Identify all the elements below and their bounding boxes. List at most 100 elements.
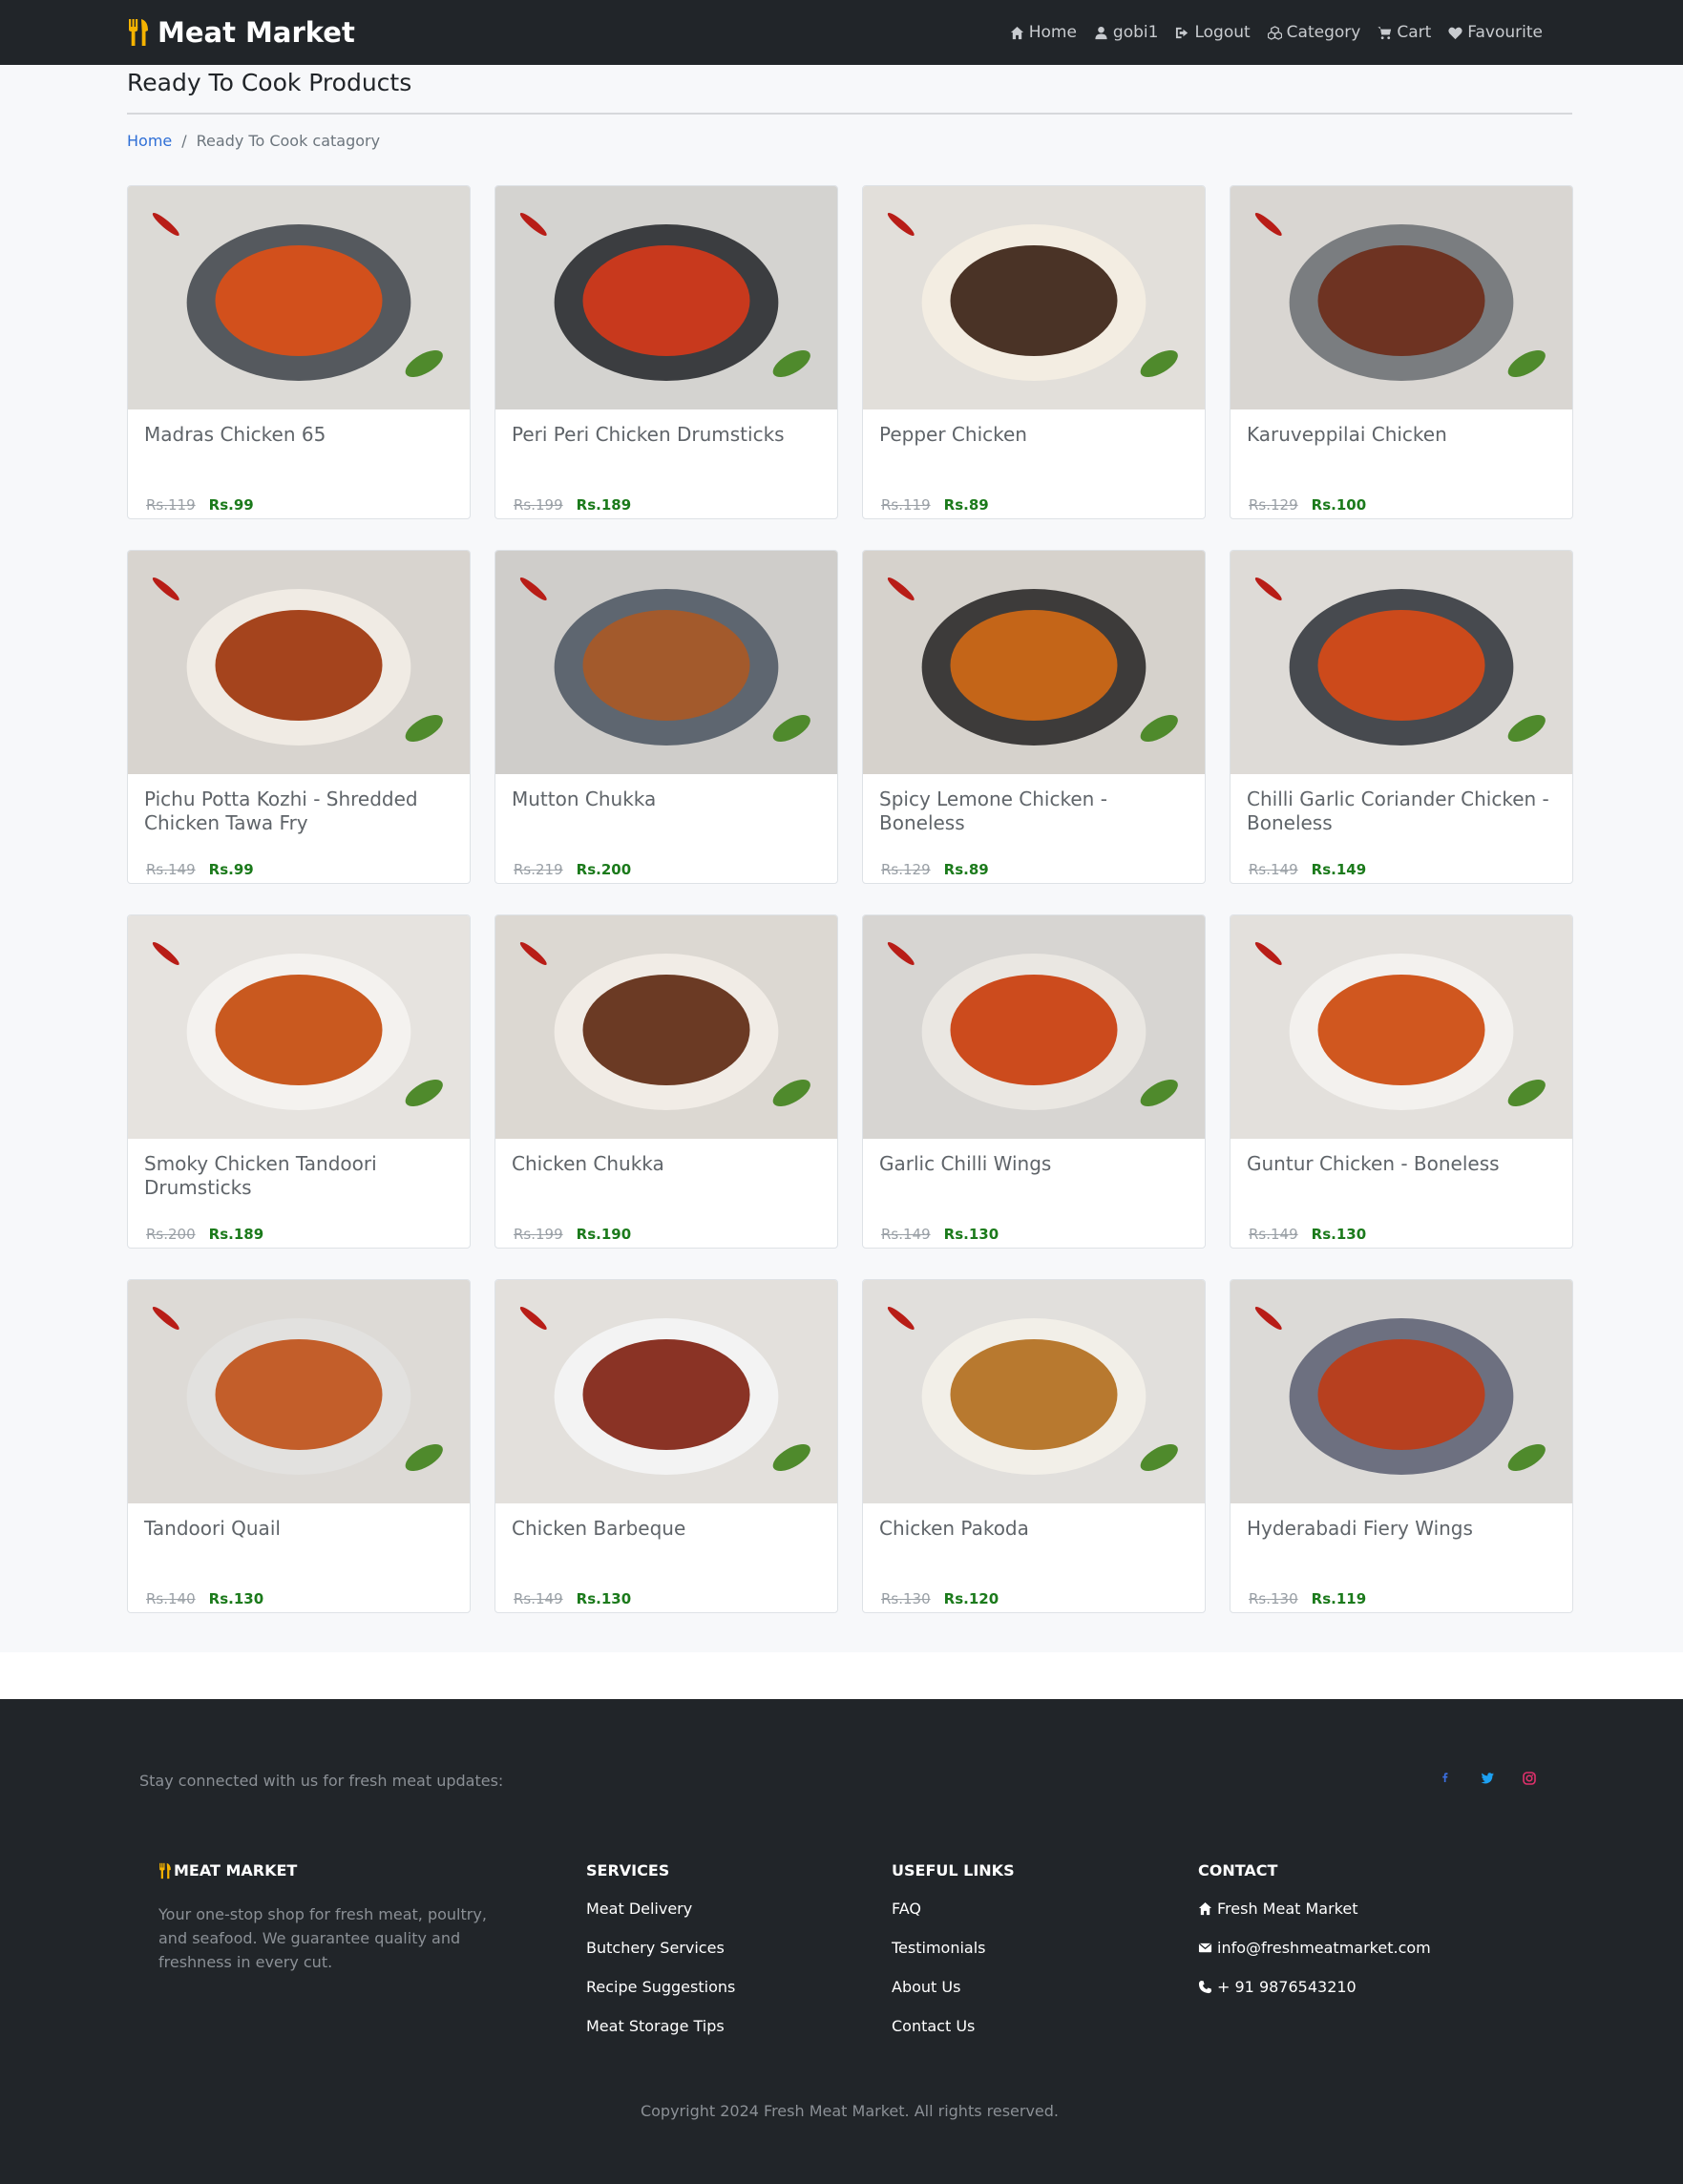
cubes-icon [1267,25,1282,40]
nav-user[interactable]: gobi1 [1094,23,1159,42]
product-image [495,915,837,1139]
contact-phone-text: + 91 9876543210 [1217,1978,1357,1996]
page-title: Ready To Cook Products [127,69,412,96]
product-card[interactable]: Peri Peri Chicken Drumsticks Rs.199 Rs.1… [494,185,838,519]
product-name: Chicken Barbeque [512,1517,686,1540]
product-card[interactable]: Chilli Garlic Coriander Chicken - Bonele… [1230,550,1573,884]
product-prices: Rs.149 Rs.130 [881,1226,999,1243]
product-card[interactable]: Garlic Chilli Wings Rs.149 Rs.130 [862,914,1206,1249]
product-old-price: Rs.149 [1249,861,1298,878]
product-image [1231,1280,1572,1503]
product-prices: Rs.149 Rs.99 [146,861,254,878]
product-prices: Rs.119 Rs.89 [881,496,989,514]
envelope-icon [1198,1942,1212,1953]
product-prices: Rs.200 Rs.189 [146,1226,263,1243]
product-card[interactable]: Guntur Chicken - Boneless Rs.149 Rs.130 [1230,914,1573,1249]
service-link-meat-delivery[interactable]: Meat Delivery [586,1900,735,1939]
product-card[interactable]: Pichu Potta Kozhi - Shredded Chicken Taw… [127,550,471,884]
service-link-recipes[interactable]: Recipe Suggestions [586,1978,735,2017]
product-prices: Rs.149 Rs.149 [1249,861,1366,878]
nav-favourite[interactable]: Favourite [1448,23,1543,42]
contact-address-text: Fresh Meat Market [1217,1900,1358,1918]
product-card[interactable]: Hyderabadi Fiery Wings Rs.130 Rs.119 [1230,1279,1573,1613]
service-link-butchery[interactable]: Butchery Services [586,1939,735,1978]
product-card[interactable]: Mutton Chukka Rs.219 Rs.200 [494,550,838,884]
product-card[interactable]: Chicken Barbeque Rs.149 Rs.130 [494,1279,838,1613]
product-card[interactable]: Pepper Chicken Rs.119 Rs.89 [862,185,1206,519]
product-card[interactable]: Karuveppilai Chicken Rs.129 Rs.100 [1230,185,1573,519]
nav-user-label: gobi1 [1112,23,1159,42]
nav-logout[interactable]: Logout [1175,23,1251,42]
product-image [495,186,837,410]
product-old-price: Rs.129 [881,861,931,878]
nav-category[interactable]: Category [1267,23,1360,42]
product-prices: Rs.219 Rs.200 [514,861,631,878]
product-name: Karuveppilai Chicken [1247,423,1447,446]
product-image [1231,186,1572,410]
contact-heading: CONTACT [1198,1861,1278,1880]
product-old-price: Rs.129 [1249,496,1298,514]
footer-about-column: MEAT MARKET Your one-stop shop for fresh… [158,1861,488,1974]
product-name: Spicy Lemone Chicken - Boneless [879,788,1107,834]
twitter-icon[interactable] [1479,1770,1496,1787]
product-grid: Madras Chicken 65 Rs.119 Rs.99 Peri Peri… [127,185,1573,1613]
product-name: Guntur Chicken - Boneless [1247,1152,1500,1175]
product-price: Rs.189 [576,496,632,514]
nav-cart[interactable]: Cart [1378,23,1431,42]
product-old-price: Rs.119 [146,496,196,514]
link-faq[interactable]: FAQ [892,1900,1015,1939]
product-card[interactable]: Spicy Lemone Chicken - Boneless Rs.129 R… [862,550,1206,884]
product-name: Tandoori Quail [144,1517,281,1540]
product-prices: Rs.119 Rs.99 [146,496,254,514]
product-name: Pepper Chicken [879,423,1027,446]
facebook-icon[interactable] [1437,1770,1454,1787]
product-card[interactable]: Chicken Pakoda Rs.130 Rs.120 [862,1279,1206,1613]
link-testimonials[interactable]: Testimonials [892,1939,1015,1978]
product-card[interactable]: Smoky Chicken Tandoori Drumsticks Rs.200… [127,914,471,1249]
product-card[interactable]: Chicken Chukka Rs.199 Rs.190 [494,914,838,1249]
footer-contact-column: CONTACT Fresh Meat Market info@freshmeat… [1198,1861,1431,2017]
footer-description: Your one-stop shop for fresh meat, poult… [158,1905,487,1971]
product-prices: Rs.199 Rs.189 [514,496,631,514]
breadcrumb-home-link[interactable]: Home [127,132,172,150]
product-price: Rs.130 [208,1590,264,1607]
link-about-us[interactable]: About Us [892,1978,1015,2017]
product-image [495,1280,837,1503]
product-price: Rs.120 [943,1590,999,1607]
footer-brand: MEAT MARKET [158,1861,488,1880]
link-contact-us[interactable]: Contact Us [892,2017,1015,2056]
nav-home[interactable]: Home [1010,23,1077,42]
product-price: Rs.149 [1311,861,1367,878]
product-old-price: Rs.149 [881,1226,931,1243]
brand-logo[interactable]: Meat Market [127,13,355,52]
fork-knife-icon [129,19,148,46]
product-prices: Rs.140 Rs.130 [146,1590,263,1607]
nav-cart-label: Cart [1397,23,1432,42]
brand-name: Meat Market [158,16,355,49]
contact-email[interactable]: info@freshmeatmarket.com [1198,1939,1431,1978]
instagram-icon[interactable] [1521,1770,1538,1787]
product-card[interactable]: Madras Chicken 65 Rs.119 Rs.99 [127,185,471,519]
product-price: Rs.89 [943,861,989,878]
service-link-storage-tips[interactable]: Meat Storage Tips [586,2017,735,2056]
product-image [1231,915,1572,1139]
sign-out-icon [1176,27,1189,38]
product-prices: Rs.130 Rs.120 [881,1590,999,1607]
nav-favourite-label: Favourite [1467,23,1543,42]
product-prices: Rs.129 Rs.89 [881,861,989,878]
product-price: Rs.200 [576,861,632,878]
product-price: Rs.130 [1311,1226,1367,1243]
services-heading: SERVICES [586,1861,670,1880]
product-price: Rs.119 [1311,1590,1367,1607]
product-name: Chicken Pakoda [879,1517,1029,1540]
contact-phone[interactable]: + 91 9876543210 [1198,1978,1431,2017]
product-name: Smoky Chicken Tandoori Drumsticks [144,1152,377,1199]
product-image [495,551,837,774]
product-image [863,915,1205,1139]
product-prices: Rs.199 Rs.190 [514,1226,631,1243]
nav-links: Home gobi1 Logout Category Cart Favourit… [1010,0,1543,65]
product-card[interactable]: Tandoori Quail Rs.140 Rs.130 [127,1279,471,1613]
product-old-price: Rs.140 [146,1590,196,1607]
product-price: Rs.189 [208,1226,264,1243]
product-prices: Rs.149 Rs.130 [1249,1226,1366,1243]
